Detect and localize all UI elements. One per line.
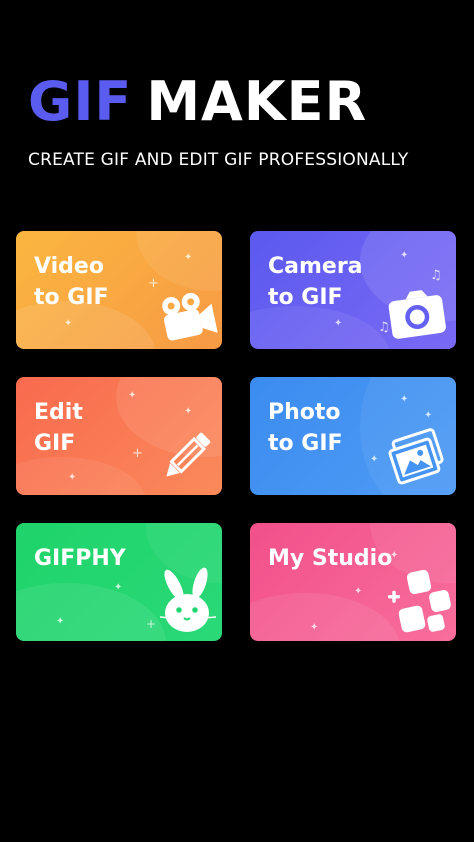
sparkle-icon: ✦ (400, 250, 409, 261)
sparkle-icon: ✦ (184, 406, 193, 417)
sparkle-icon: + (132, 446, 143, 461)
video-to-gif-card[interactable]: Video to GIF ✦ + ✦ ✦ (16, 231, 222, 349)
sparkle-icon: ✦ (424, 410, 433, 421)
sparkle-icon: ✦ (370, 454, 379, 465)
app-title-gif: GIF (28, 70, 133, 133)
app-title-maker: MAKER (146, 70, 368, 133)
app-subtitle: CREATE GIF AND EDIT GIF PROFESSIONALLY (28, 150, 409, 170)
sparkle-icon: ✦ (128, 390, 137, 401)
video-camera-icon (162, 292, 218, 341)
camera-to-gif-card[interactable]: Camera to GIF ✦ ✦ ♫ ♫ (250, 231, 456, 349)
giphy-label: GIFPHY (34, 546, 126, 571)
sparkle-icon: ✦ (68, 472, 77, 483)
sparkle-icon: ✦ (354, 586, 363, 597)
sparkle-icon: ✦ (64, 318, 73, 329)
sparkle-icon: ✦ (114, 582, 123, 593)
photos-icon (388, 428, 444, 485)
card-decoration (16, 457, 146, 495)
bunny-icon (159, 567, 217, 632)
sparkle-icon: + (148, 276, 159, 291)
photo-to-gif-label: Photo to GIF (268, 400, 343, 456)
sparkle-icon: ✦ (184, 252, 193, 263)
my-studio-label: My Studio (268, 546, 393, 571)
apps-grid-icon (388, 569, 451, 633)
music-note-icon: ♫ (430, 268, 442, 283)
giphy-card[interactable]: GIFPHY ✦ ✦ + (16, 523, 222, 641)
sparkle-icon: ✦ (334, 318, 343, 329)
sparkle-icon: ✦ (310, 622, 319, 633)
edit-gif-label: Edit GIF (34, 400, 83, 456)
photo-camera-icon (388, 290, 446, 339)
app-title: GIF MAKER (28, 70, 367, 134)
sparkle-icon: ✦ (400, 394, 409, 405)
sparkle-icon: + (146, 617, 157, 631)
camera-to-gif-label: Camera to GIF (268, 254, 363, 310)
sparkle-icon: ✦ (56, 616, 65, 627)
edit-gif-card[interactable]: Edit GIF ✦ ✦ + ✦ (16, 377, 222, 495)
card-decoration (250, 593, 400, 641)
photo-to-gif-card[interactable]: Photo to GIF ✦ ✦ ✦ (250, 377, 456, 495)
pencil-icon (166, 432, 211, 477)
card-decoration (16, 583, 166, 641)
video-to-gif-label: Video to GIF (34, 254, 109, 310)
my-studio-card[interactable]: My Studio ✦ ✦ ✦ (250, 523, 456, 641)
